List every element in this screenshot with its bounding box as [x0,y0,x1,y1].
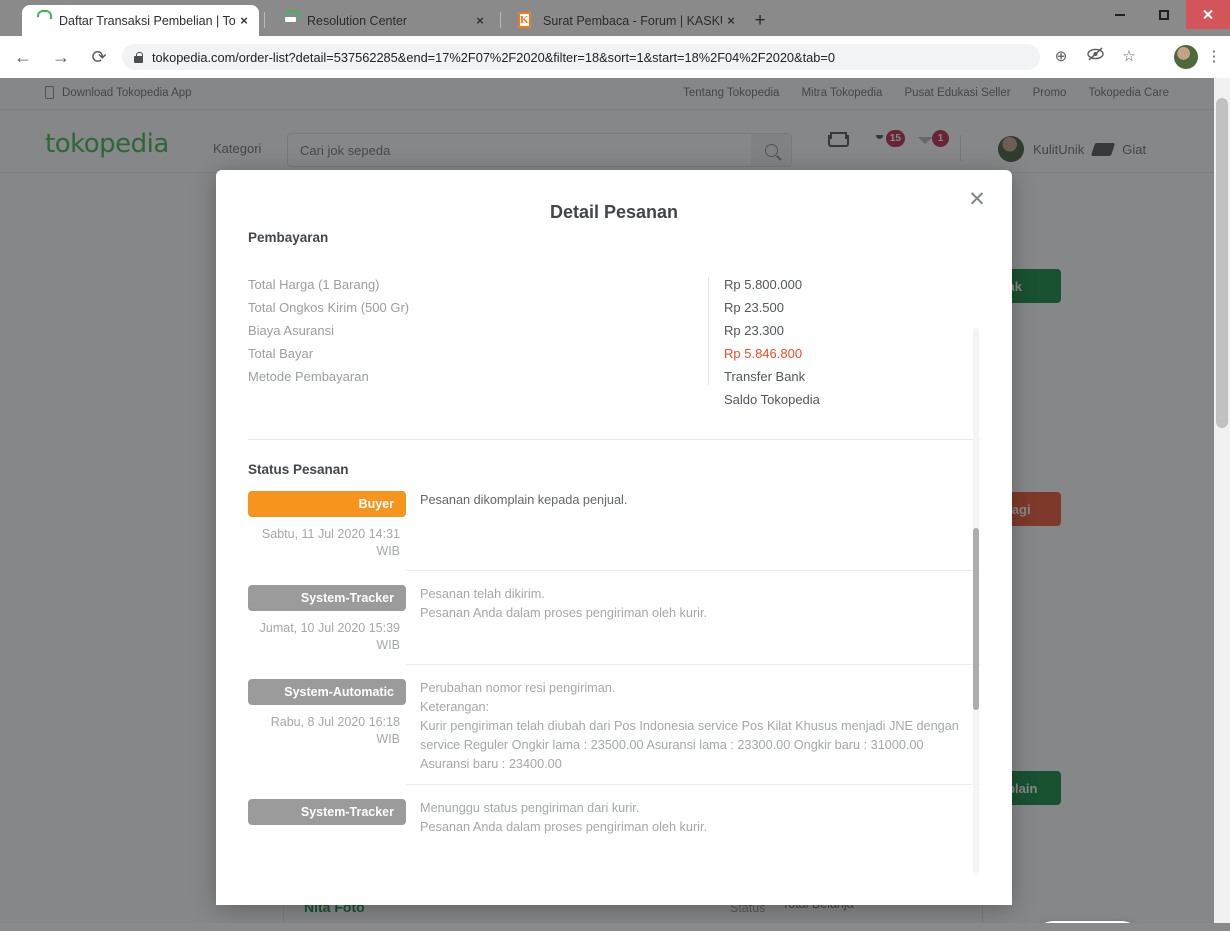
status-entry-meta: System-Tracker [248,799,406,837]
kaskus-icon: K [518,12,531,28]
window-controls [1098,0,1230,29]
payment-labels: Total Harga (1 Barang) Total Ongkos Kiri… [248,273,678,388]
reload-button[interactable]: ⟳ [84,42,114,72]
payment-label-2: Biaya Asuransi [248,323,334,338]
status-timestamp: Jumat, 10 Jul 2020 15:39 WIB [259,621,400,652]
tab-title: Daftar Transaksi Pembelian | Toko [59,13,235,28]
payment-value-2: Rp 23.300 [724,323,784,338]
status-timestamp: Rabu, 8 Jul 2020 16:18 WIB [270,715,400,746]
status-entry-meta: System-Tracker Jumat, 10 Jul 2020 15:39 … [248,585,406,654]
tab-title: Surat Pembaca - Forum | KASKUS [543,13,722,28]
payment-values: Rp 5.800.000 Rp 23.500 Rp 23.300 Rp 5.84… [724,273,984,411]
close-icon[interactable]: ✕ [964,187,990,213]
browser-tab-1[interactable]: Resolution Center × [270,5,495,36]
payment-value-4: Transfer Bank [724,369,806,384]
payment-section-title: Pembayaran [248,230,329,245]
tokopedia-icon [282,12,299,29]
tab-close-icon[interactable]: × [471,12,489,30]
section-divider [248,439,980,440]
browser-menu-icon[interactable]: ⋮ [1204,46,1224,68]
modal-bottom-fade [216,887,1012,905]
status-entry-text: Menunggu status pengiriman dari kurir. P… [406,799,980,837]
url-text: tokopedia.com/order-list?detail=53756228… [152,49,835,65]
status-entry: Buyer Sabtu, 11 Jul 2020 14:31 WIB Pesan… [248,477,980,560]
status-line: Kurir pengiriman telah diubah dari Pos I… [420,719,959,771]
address-bar[interactable]: tokopedia.com/order-list?detail=53756228… [122,44,1040,70]
tab-title: Resolution Center [307,13,408,28]
tokopedia-icon [34,12,51,29]
browser-tab-0[interactable]: Daftar Transaksi Pembelian | Toko × [22,5,259,36]
payment-label-4: Metode Pembayaran [248,369,369,384]
status-timestamp: Sabtu, 11 Jul 2020 14:31 WIB [261,527,400,558]
status-entry: System-Automatic Rabu, 8 Jul 2020 16:18 … [248,665,980,774]
tokopedia-page: Download Tokopedia App Tentang Tokopedia… [0,78,1214,923]
browser-window: Daftar Transaksi Pembelian | Toko × Reso… [0,0,1230,931]
lock-icon [134,51,143,63]
page-scrollbar[interactable] [1214,78,1230,923]
status-line: Perubahan nomor resi pengiriman. [420,681,616,695]
status-entry-text: Pesanan dikomplain kepada penjual. [406,491,980,560]
tab-strip: Daftar Transaksi Pembelian | Toko × Reso… [0,0,1230,36]
forward-button[interactable]: → [46,42,76,72]
back-button[interactable]: ← [8,42,38,72]
modal-body: Pembayaran Total Harga (1 Barang) Total … [216,230,1012,883]
install-app-icon[interactable]: ⊕ [1050,46,1072,68]
browser-tab-2[interactable]: K Surat Pembaca - Forum | KASKUS × [506,5,746,36]
payment-value-1: Rp 23.500 [724,300,784,315]
browser-toolbar: ← → ⟳ tokopedia.com/order-list?detail=53… [0,36,1230,78]
payment-block: Total Harga (1 Barang) Total Ongkos Kiri… [248,273,980,431]
status-line: Pesanan Anda dalam proses pengiriman ole… [420,606,708,620]
status-line: Pesanan Anda dalam proses pengiriman ole… [420,820,708,834]
status-entry: System-Tracker Menunggu status pengirima… [248,785,980,837]
status-entry-meta: Buyer Sabtu, 11 Jul 2020 14:31 WIB [248,491,406,560]
status-line: Menunggu status pengiriman dari kurir. [420,801,640,815]
page-scrollbar-thumb[interactable] [1216,98,1228,428]
status-line: Keterangan: [420,700,490,714]
profile-avatar[interactable] [1174,45,1198,69]
modal-scrollbar[interactable] [973,328,979,873]
status-line: Pesanan telah dikirim. [420,587,545,601]
bookmark-star-icon[interactable]: ☆ [1118,46,1140,68]
payment-value-5: Saldo Tokopedia [724,392,820,407]
blocked-eye-icon[interactable] [1084,46,1106,68]
status-entry-text: Perubahan nomor resi pengiriman. Keteran… [406,679,980,774]
status-entry: System-Tracker Jumat, 10 Jul 2020 15:39 … [248,571,980,654]
status-section-title: Status Pesanan [248,462,349,477]
tab-close-icon[interactable]: × [722,12,740,30]
status-actor-badge: System-Automatic [248,679,406,705]
payment-label-3: Total Bayar [248,346,314,361]
payment-value-3: Rp 5.846.800 [724,346,803,361]
page-viewport: Download Tokopedia App Tentang Tokopedia… [0,78,1230,923]
chat-widget-button[interactable]: Chat [1031,921,1144,923]
status-actor-badge: System-Tracker [248,585,406,611]
payment-divider [708,277,709,385]
payment-value-0: Rp 5.800.000 [724,277,803,292]
payment-label-0: Total Harga (1 Barang) [248,277,380,292]
status-entry-text: Pesanan telah dikirim. Pesanan Anda dala… [406,585,980,654]
payment-label-1: Total Ongkos Kirim (500 Gr) [248,300,410,315]
status-entry-meta: System-Automatic Rabu, 8 Jul 2020 16:18 … [248,679,406,774]
minimize-icon[interactable] [1098,0,1142,29]
modal-scrollbar-thumb[interactable] [973,528,979,710]
window-close-icon[interactable] [1186,0,1230,29]
new-tab-button[interactable]: + [748,10,772,34]
status-actor-badge: System-Tracker [248,799,406,825]
order-detail-modal: Detail Pesanan ✕ Pembayaran Total Harga … [216,170,1012,905]
status-line: Pesanan dikomplain kepada penjual. [420,493,628,507]
status-actor-badge: Buyer [248,491,406,517]
maximize-icon[interactable] [1142,0,1186,29]
tab-close-icon[interactable]: × [235,12,253,30]
modal-title: Detail Pesanan [549,202,679,222]
